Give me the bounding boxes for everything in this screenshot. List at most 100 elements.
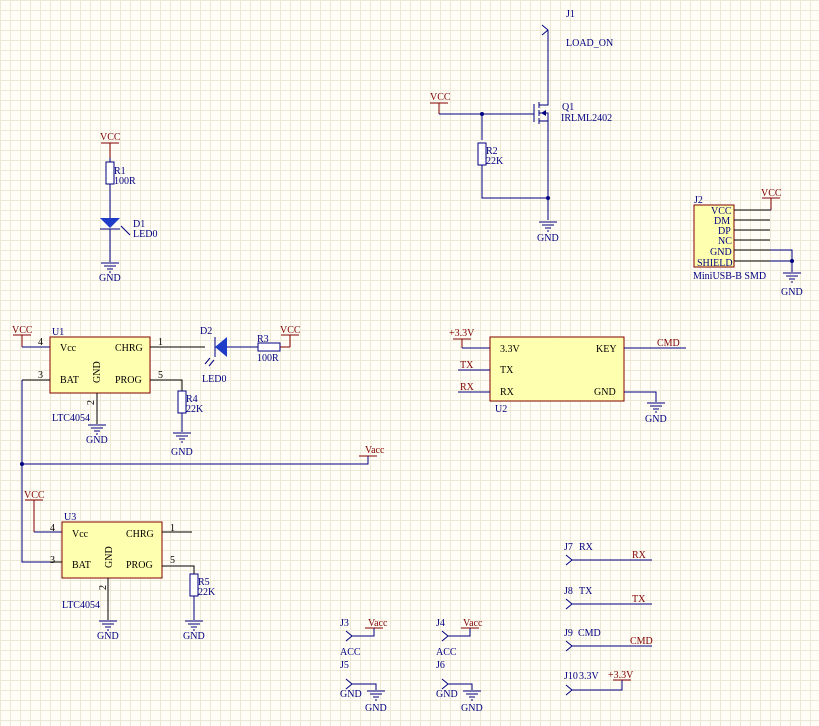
svg-text:GND: GND — [171, 447, 193, 458]
j7-ref: J7 — [564, 542, 573, 553]
v33-power-u2: +3.3V — [449, 328, 475, 348]
vcc-power-u3: VCC — [24, 490, 45, 532]
svg-text:TX: TX — [460, 360, 474, 371]
svg-text:KEY: KEY — [596, 344, 617, 355]
j7-connector: J7 RX RX — [564, 542, 652, 566]
svg-text:+3.3V: +3.3V — [449, 328, 475, 339]
j5-ref: J5 — [340, 660, 349, 671]
svg-text:+3.3V: +3.3V — [608, 670, 634, 681]
svg-text:Vacc: Vacc — [463, 618, 483, 629]
svg-text:4: 4 — [38, 337, 43, 348]
svg-text:GND: GND — [92, 361, 103, 383]
svg-text:RX: RX — [460, 382, 475, 393]
svg-text:VCC: VCC — [24, 490, 45, 501]
svg-text:PROG: PROG — [115, 375, 142, 386]
svg-text:GND: GND — [461, 703, 483, 714]
svg-text:CHRG: CHRG — [115, 343, 143, 354]
j1-connector: J1 LOAD_ON — [541, 9, 613, 49]
j9-ref: J9 — [564, 628, 573, 639]
svg-text:RX: RX — [500, 387, 515, 398]
r1-resistor: R1 100R — [105, 161, 136, 187]
svg-text:4: 4 — [50, 523, 55, 534]
j2-ref: J2 — [694, 195, 703, 206]
svg-text:VCC: VCC — [761, 188, 782, 199]
svg-text:Vcc: Vcc — [60, 343, 77, 354]
svg-text:BAT: BAT — [72, 560, 91, 571]
svg-text:TX: TX — [632, 594, 646, 605]
j2-value: MiniUSB-B SMD — [693, 271, 766, 282]
j1-ref: J1 — [566, 9, 575, 20]
u2-ref: U2 — [495, 404, 507, 415]
d2-led: D2 LED0 — [200, 326, 227, 385]
r1-value: 100R — [114, 176, 136, 187]
j2-usb-connector: J2 VCC DM DP NC GND SHIELD MiniUSB-B SMD — [693, 195, 770, 282]
j6-connector: J6 GND GND — [436, 660, 483, 714]
j10-value: 3.3V — [579, 671, 600, 682]
u1-part: LTC4054 — [52, 413, 90, 424]
u1-ltc4054: U1 Vcc BAT CHRG PROG GND 4 3 1 5 2 LTC40… — [38, 327, 163, 424]
svg-text:PROG: PROG — [126, 560, 153, 571]
svg-text:NC: NC — [718, 236, 732, 247]
svg-text:GND: GND — [710, 247, 732, 258]
svg-text:3.3V: 3.3V — [500, 344, 521, 355]
j10-connector: J10 3.3V +3.3V — [564, 670, 634, 696]
j10-ref: J10 — [564, 671, 578, 682]
svg-text:5: 5 — [158, 370, 163, 381]
j4-connector: J4 Vacc ACC — [436, 618, 483, 658]
j6-value: GND — [436, 689, 458, 700]
q1-mosfet: Q1 IRLML2402 — [533, 100, 612, 146]
u1-ref: U1 — [52, 327, 64, 338]
j8-value: TX — [579, 586, 593, 597]
schematic: J1 LOAD_ON Q1 IRLML2402 VCC R2 22K GND V… — [12, 9, 803, 714]
r2-resistor: R2 22K — [477, 142, 504, 167]
u3-ltc4054: U3 Vcc BAT CHRG PROG GND 4 3 1 5 2 LTC40… — [50, 512, 175, 611]
svg-text:VCC: VCC — [280, 325, 301, 336]
j3-ref: J3 — [340, 618, 349, 629]
j6-ref: J6 — [436, 660, 445, 671]
vcc-power-r3: VCC — [280, 325, 301, 348]
j8-ref: J8 — [564, 586, 573, 597]
j1-name: LOAD_ON — [566, 38, 613, 49]
r2-value: 22K — [486, 156, 504, 167]
net-rx-u2: RX — [458, 382, 490, 393]
svg-text:5: 5 — [170, 555, 175, 566]
svg-text:GND: GND — [365, 703, 387, 714]
svg-text:3: 3 — [50, 555, 55, 566]
svg-text:GND: GND — [99, 273, 121, 284]
svg-text:GND: GND — [594, 387, 616, 398]
svg-text:SHIELD: SHIELD — [697, 258, 733, 269]
svg-text:GND: GND — [183, 631, 205, 642]
j3-value: ACC — [340, 647, 361, 658]
d2-ref: D2 — [200, 326, 212, 337]
j9-value: CMD — [578, 628, 601, 639]
svg-text:TX: TX — [500, 365, 514, 376]
net-tx-u2: TX — [458, 360, 490, 371]
d1-led: D1 LED0 — [100, 218, 157, 240]
vcc-power-r1: VCC — [100, 132, 121, 158]
svg-text:GND: GND — [97, 631, 119, 642]
svg-text:GND: GND — [645, 414, 667, 425]
svg-text:Vcc: Vcc — [72, 529, 89, 540]
j7-value: RX — [579, 542, 594, 553]
r5-value: 22K — [198, 587, 216, 598]
vacc-power-bus: Vacc — [359, 445, 385, 457]
svg-text:VCC: VCC — [430, 92, 451, 103]
svg-text:BAT: BAT — [60, 375, 79, 386]
u3-part: LTC4054 — [62, 600, 100, 611]
svg-text:2: 2 — [98, 585, 109, 590]
d1-value: LED0 — [133, 229, 157, 240]
r5-resistor: R5 22K — [189, 573, 216, 598]
svg-text:CHRG: CHRG — [126, 529, 154, 540]
svg-text:VCC: VCC — [100, 132, 121, 143]
j8-connector: J8 TX TX — [564, 586, 652, 610]
net-cmd-u2: CMD — [624, 338, 686, 349]
svg-text:1: 1 — [158, 337, 163, 348]
vcc-power-q1: VCC — [430, 92, 451, 114]
u3-ref: U3 — [64, 512, 76, 523]
u2-module: 3.3V TX RX KEY GND U2 — [489, 336, 625, 415]
q1-value: IRLML2402 — [561, 113, 612, 124]
svg-text:CMD: CMD — [630, 636, 653, 647]
j3-connector: J3 Vacc ACC — [340, 618, 388, 658]
r3-value: 100R — [257, 353, 279, 364]
svg-text:Vacc: Vacc — [365, 445, 385, 456]
